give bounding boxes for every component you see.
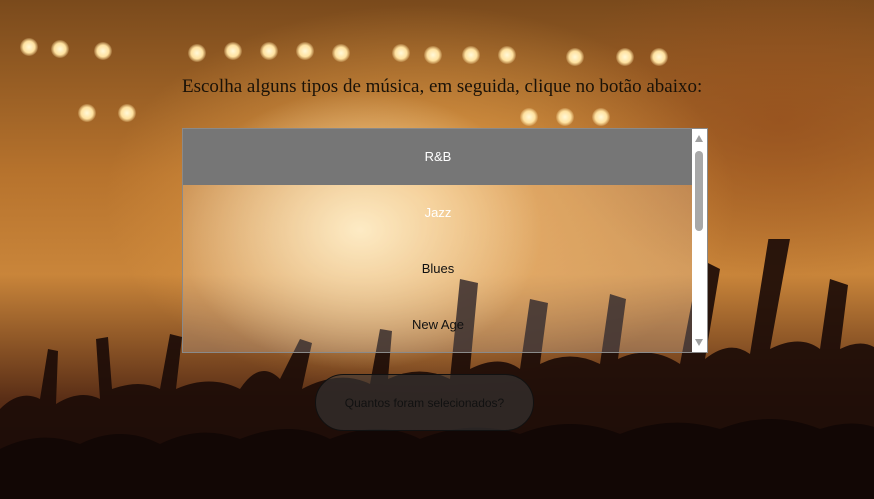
scroll-up-arrow-icon[interactable] [695, 135, 703, 142]
count-selected-button[interactable]: Quantos foram selecionados? [315, 374, 534, 431]
option-blues[interactable]: Blues [183, 241, 693, 297]
option-jazz[interactable]: Jazz [183, 185, 693, 241]
scroll-thumb[interactable] [695, 151, 703, 231]
page-heading: Escolha alguns tipos de música, em segui… [182, 76, 703, 97]
option-rnb[interactable]: R&B [183, 129, 693, 185]
scroll-down-arrow-icon[interactable] [695, 339, 703, 346]
listbox-scrollbar[interactable] [692, 129, 707, 352]
music-type-listbox[interactable]: R&B Jazz Blues New Age [182, 128, 708, 353]
stage-lights [0, 0, 874, 140]
option-new-age[interactable]: New Age [183, 297, 693, 352]
